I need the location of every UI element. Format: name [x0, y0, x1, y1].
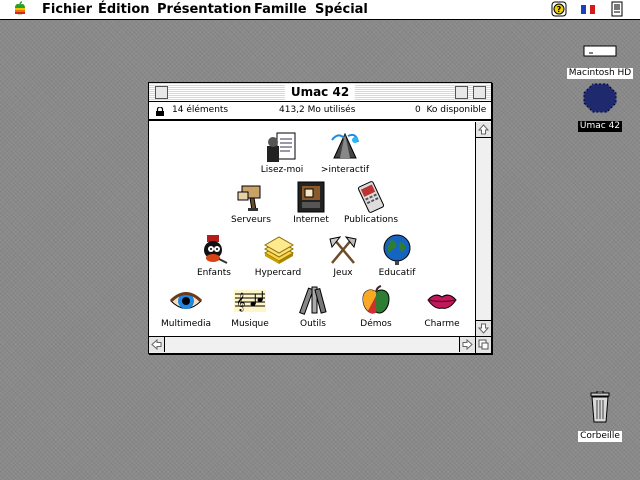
folder-item-charme[interactable]: Charme [402, 284, 482, 330]
document-icon [267, 132, 296, 162]
scroll-down-arrow-icon[interactable] [476, 320, 491, 336]
servers-icon [237, 185, 261, 211]
window-title: Umac 42 [284, 84, 356, 100]
application-menu-icon[interactable] [609, 1, 627, 18]
folder-item-educatif[interactable]: Educatif [357, 233, 437, 279]
globe-icon [383, 234, 411, 265]
apple-icon [362, 285, 390, 314]
menu-presentation[interactable]: Présentation [157, 1, 251, 18]
scroll-left-arrow-icon[interactable] [149, 337, 165, 352]
resize-box-icon[interactable] [475, 336, 491, 353]
apple-menu-icon[interactable] [12, 1, 30, 18]
svg-text:𝄞: 𝄞 [236, 292, 245, 312]
disk-used: 413,2 Mo utilisés [279, 105, 356, 115]
vertical-scrollbar[interactable] [475, 122, 491, 336]
tools-icon [299, 286, 327, 315]
menu-bar: Fichier Édition Présentation Famille Spé… [0, 0, 640, 20]
menu-fichier[interactable]: Fichier [42, 1, 92, 18]
children-icon [204, 235, 228, 264]
window-content: Lisez-moi >interactif Serveurs Internet … [149, 122, 475, 336]
item-count: 14 éléments [172, 105, 229, 115]
horizontal-scrollbar[interactable] [149, 336, 475, 353]
folder-item-interactif[interactable]: >interactif [305, 130, 385, 176]
eye-icon [169, 292, 203, 309]
trash-label: Corbeille [578, 431, 622, 442]
window-title-bar[interactable]: Umac 42 [149, 83, 491, 102]
zoom-box-icon[interactable] [455, 86, 468, 99]
french-flag-icon[interactable] [580, 1, 598, 18]
item-label: Charme [424, 319, 460, 329]
window-info-bar: 14 éléments 413,2 Mo utilisés 0 Ko dispo… [149, 102, 491, 120]
item-label: Publications [343, 215, 399, 225]
scroll-right-arrow-icon[interactable] [459, 337, 475, 352]
info-divider [149, 120, 491, 121]
folder-item-publications[interactable]: Publications [331, 180, 411, 226]
item-label: >interactif [320, 165, 370, 175]
macintosh-hd-label: Macintosh HD [566, 68, 634, 79]
internet-icon [297, 181, 325, 213]
close-box-icon[interactable] [155, 86, 168, 99]
lips-icon [427, 294, 457, 309]
disk-available: 0 Ko disponible [415, 105, 487, 115]
menu-special[interactable]: Spécial [315, 1, 368, 18]
help-icon[interactable]: ? [551, 1, 569, 18]
music-icon: 𝄞 [234, 290, 266, 312]
svg-text:?: ? [557, 5, 562, 14]
games-icon [329, 236, 357, 264]
interactive-icon [331, 132, 359, 159]
finder-window: Umac 42 14 éléments 413,2 Mo utilisés 0 … [148, 82, 492, 354]
hypercard-icon [263, 236, 295, 264]
macintosh-hd-icon[interactable]: Macintosh HD [566, 45, 634, 79]
umac-disk-label: Umac 42 [577, 121, 623, 132]
scroll-up-arrow-icon[interactable] [476, 122, 491, 138]
publications-icon [357, 181, 385, 213]
trash-icon[interactable]: Corbeille [572, 391, 628, 442]
item-label: Educatif [378, 268, 416, 278]
menu-famille[interactable]: Famille [254, 1, 307, 18]
collapse-box-icon[interactable] [473, 86, 486, 99]
umac-disk-icon[interactable]: Umac 42 [570, 83, 630, 132]
menu-edition[interactable]: Édition [98, 1, 150, 18]
